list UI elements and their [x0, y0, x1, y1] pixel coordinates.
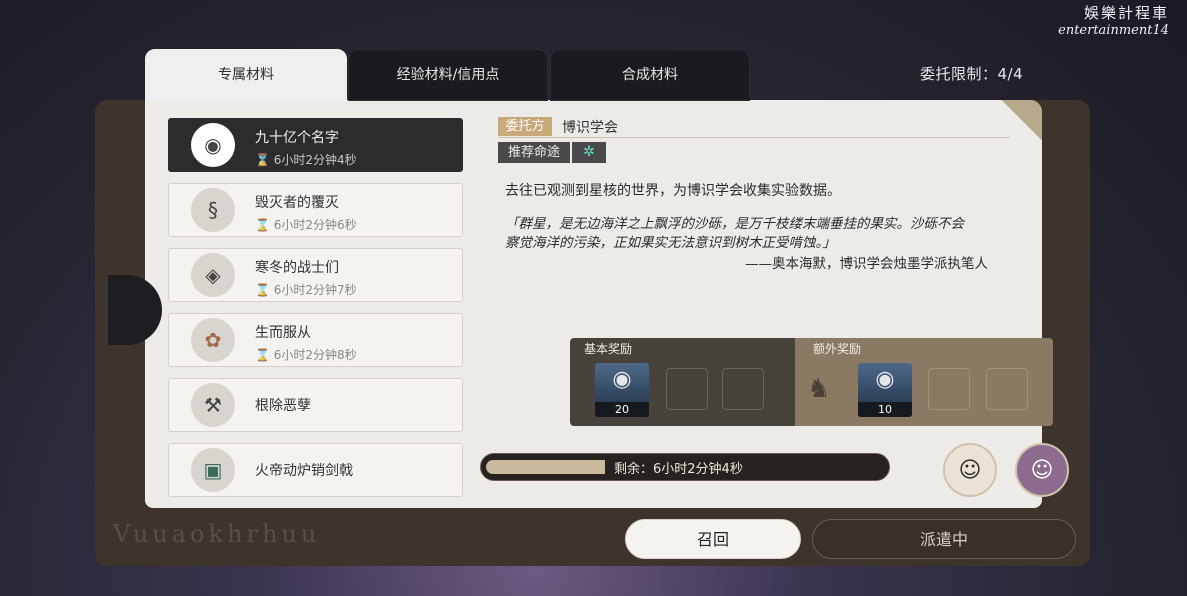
furnace-icon: ▣: [191, 448, 235, 492]
list-item-time: ⌛ 6小时2分钟6秒: [255, 216, 357, 233]
progress-fill: [486, 460, 605, 474]
extra-reward-label: 额外奖励: [813, 342, 862, 356]
list-item[interactable]: ◈ 寒冬的战士们 ⌛ 6小时2分钟7秒: [168, 248, 463, 302]
list-item-name: 九十亿个名字: [255, 130, 339, 146]
quote-attribution: ——奥本海默，博识学会烛墨学派执笔人: [745, 256, 988, 272]
list-item[interactable]: ✿ 生而服从 ⌛ 6小时2分钟8秒: [168, 313, 463, 367]
commission-description: 去往已观测到星核的世界，为博识学会收集实验数据。: [505, 183, 841, 199]
corner-decoration: [985, 100, 1042, 157]
path-tag: 推荐命途: [498, 142, 570, 163]
client-name: 博识学会: [562, 120, 618, 136]
tab-synthesis-materials[interactable]: 合成材料: [550, 49, 750, 101]
tab-bar: 专属材料 经验材料/信用点 合成材料: [145, 49, 750, 101]
remaining-time: 剩余：6小时2分钟4秒: [614, 462, 743, 477]
list-item-name: 生而服从: [255, 325, 311, 341]
empty-reward-slot: [986, 368, 1028, 410]
reward-item[interactable]: ◉ 20: [595, 363, 649, 417]
list-item-time-text: 6小时2分钟8秒: [273, 348, 357, 362]
recall-button[interactable]: 召回: [625, 519, 801, 559]
reward-item[interactable]: ◉ 10: [858, 363, 912, 417]
quote-line: 察觉海洋的污染，正如果实无法意识到树木正受啃蚀。」: [505, 235, 836, 251]
mask-icon: ◉: [191, 123, 235, 167]
client-tag: 委托方: [498, 117, 552, 136]
character-avatar[interactable]: ☺: [943, 443, 997, 497]
list-item-time: ⌛ 6小时2分钟7秒: [255, 281, 357, 298]
list-item-time-text: 6小时2分钟7秒: [273, 283, 357, 297]
quote-line: 「群星，是无边海洋之上飘浮的沙砾，是万千枝缕末端垂挂的果实。沙砾不会: [505, 216, 964, 232]
claw-icon: §: [191, 188, 235, 232]
basic-reward-label: 基本奖励: [584, 342, 633, 356]
panel-decor-text: Vuuaokhrhuu: [113, 520, 321, 548]
empty-reward-slot: [928, 368, 970, 410]
commission-quote: 「群星，是无边海洋之上飘浮的沙砾，是万千枝缕末端垂挂的果实。沙砾不会 察觉海洋的…: [505, 215, 1025, 253]
mask-icon: ◉: [875, 367, 895, 392]
hourglass-icon: ⌛: [255, 348, 270, 362]
tool-icon: ⚒: [191, 383, 235, 427]
tab-exp-materials[interactable]: 经验材料/信用点: [348, 49, 548, 101]
reward-count: 20: [595, 402, 649, 417]
empty-reward-slot: [666, 368, 708, 410]
list-item-name: 火帝动炉销剑戟: [255, 463, 353, 479]
list-item-time-text: 6小时2分钟4秒: [273, 153, 357, 167]
watermark: 娛樂計程車 entertainment14: [1058, 4, 1169, 40]
dispatching-button[interactable]: 派遣中: [812, 519, 1076, 559]
list-item[interactable]: ◉ 九十亿个名字 ⌛ 6小时2分钟4秒: [168, 118, 463, 172]
hourglass-icon: ⌛: [255, 153, 270, 167]
watermark-line2: entertainment14: [1058, 23, 1169, 38]
watermark-line1: 娛樂計程車: [1083, 4, 1169, 22]
gear-icon: ✿: [191, 318, 235, 362]
list-item-time-text: 6小时2分钟6秒: [273, 218, 357, 232]
character-avatar[interactable]: ☺: [1015, 443, 1069, 497]
divider: [498, 137, 1010, 138]
list-item[interactable]: ▣ 火帝动炉销剑戟: [168, 443, 463, 497]
time-progress-bar: 剩余：6小时2分钟4秒: [480, 453, 890, 481]
people-icon: ♞: [807, 374, 831, 404]
list-item[interactable]: § 毁灭者的覆灭 ⌛ 6小时2分钟6秒: [168, 183, 463, 237]
list-item-time: ⌛ 6小时2分钟4秒: [255, 151, 357, 168]
list-item[interactable]: ⚒ 根除恶孽: [168, 378, 463, 432]
list-item-name: 寒冬的战士们: [255, 260, 339, 276]
mask-icon: ◉: [612, 367, 632, 392]
empty-reward-slot: [722, 368, 764, 410]
reward-count: 10: [858, 402, 912, 417]
list-item-time: ⌛ 6小时2分钟8秒: [255, 346, 357, 363]
hourglass-icon: ⌛: [255, 218, 270, 232]
commission-limit: 委托限制：4/4: [920, 65, 1024, 83]
shield-icon: ◈: [191, 253, 235, 297]
tab-exclusive-materials[interactable]: 专属材料: [145, 49, 347, 101]
erudition-path-icon: ✲: [572, 142, 606, 163]
hourglass-icon: ⌛: [255, 283, 270, 297]
list-item-name: 毁灭者的覆灭: [255, 195, 339, 211]
list-item-name: 根除恶孽: [255, 398, 311, 414]
